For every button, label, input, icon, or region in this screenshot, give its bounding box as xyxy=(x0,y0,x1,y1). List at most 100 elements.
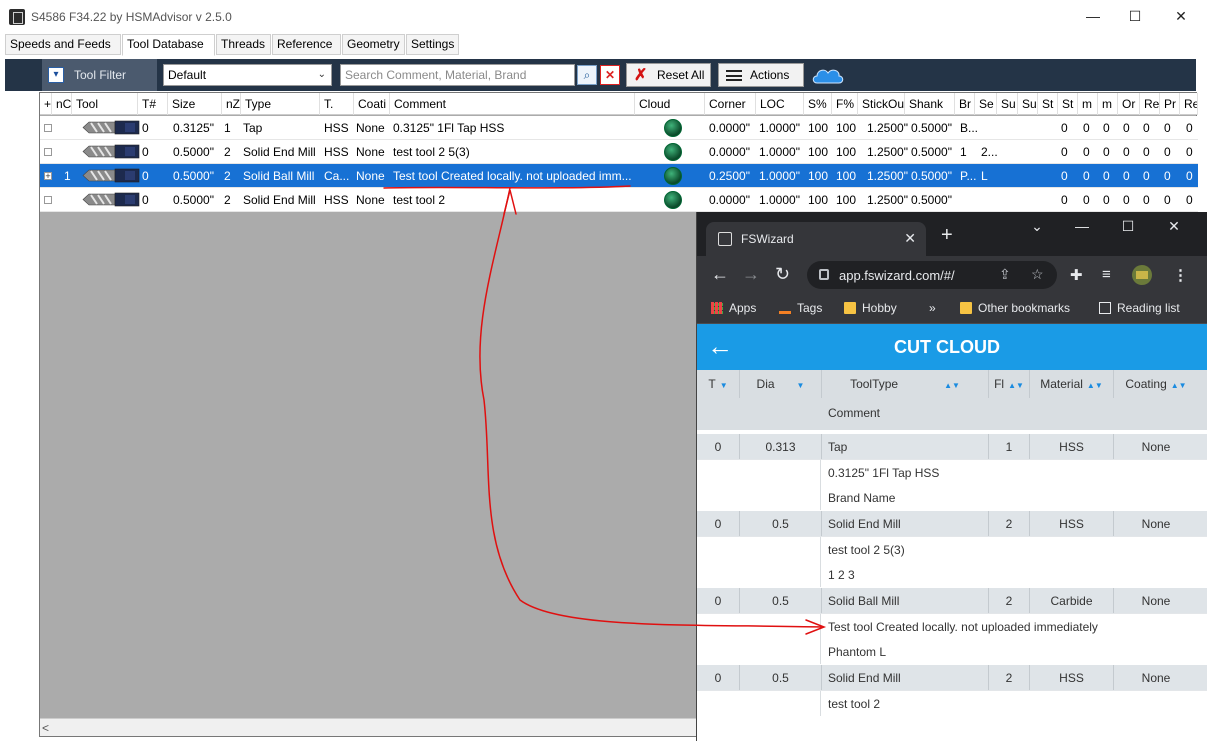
grid-column-header[interactable]: St xyxy=(1038,93,1058,115)
column-header-fl[interactable]: Fl ▲▼ xyxy=(989,370,1030,398)
scroll-left-icon[interactable]: < xyxy=(42,719,49,737)
grid-column-header[interactable]: St xyxy=(1058,93,1078,115)
grid-column-header[interactable]: Comment xyxy=(390,93,635,115)
cloud-sync-status-icon[interactable] xyxy=(664,191,682,209)
reload-icon[interactable]: ↻ xyxy=(775,265,790,283)
cloud-tool-row[interactable]: 0 0.5 Solid Ball Mill 2 Carbide None xyxy=(697,587,1207,614)
maximize-button[interactable]: ☐ xyxy=(1112,0,1158,32)
cloud-tool-row[interactable]: 0 0.5 Solid End Mill 2 HSS None xyxy=(697,510,1207,537)
profile-avatar-icon[interactable] xyxy=(1131,264,1153,286)
column-header-tooltype[interactable]: ToolType ▲▼ xyxy=(822,370,989,398)
browser-maximize-button[interactable]: ☐ xyxy=(1113,218,1143,235)
grid-column-header[interactable]: Su xyxy=(997,93,1018,115)
grid-column-header[interactable]: T# xyxy=(138,93,168,115)
grid-column-header[interactable]: Coati xyxy=(354,93,390,115)
grid-column-header[interactable]: T. xyxy=(320,93,354,115)
cloud-icon[interactable] xyxy=(811,66,845,84)
grid-column-header[interactable]: + xyxy=(40,93,52,115)
tool-row[interactable]: 0 0.5000" 2 Solid End Mill HSS None test tool … xyxy=(40,140,1198,164)
bookmark-other[interactable]: Other bookmarks xyxy=(960,301,1070,315)
tab-settings[interactable]: Settings xyxy=(406,34,459,55)
column-header-t[interactable]: T ▼ xyxy=(697,370,740,398)
cell-extra: 0 xyxy=(1061,169,1068,183)
grid-column-header[interactable]: Tool xyxy=(72,93,138,115)
cell-extra: 0 xyxy=(1103,145,1110,159)
column-header-coating[interactable]: Coating ▲▼ xyxy=(1114,370,1198,398)
tool-row[interactable]: +1 0 0.5000" 2 Solid Ball Mill Ca... None Test … xyxy=(40,164,1198,188)
grid-column-header[interactable]: Re xyxy=(1180,93,1198,115)
tool-filter-panel[interactable]: ▾ Tool Filter xyxy=(42,59,157,91)
search-icon[interactable]: ⌕ xyxy=(577,65,597,85)
cell-type: Tap xyxy=(243,121,263,135)
row-checkbox[interactable] xyxy=(44,196,52,204)
grid-column-header[interactable]: S% xyxy=(804,93,832,115)
grid-column-header[interactable]: nC xyxy=(52,93,72,115)
browser-close-button[interactable]: ✕ xyxy=(1159,218,1189,235)
filter-preset-select[interactable]: Default ⌄ xyxy=(163,64,332,86)
bookmarks-overflow[interactable]: » xyxy=(929,301,936,315)
share-icon[interactable]: ⇪ xyxy=(999,266,1011,283)
grid-column-header[interactable]: StickOu xyxy=(858,93,905,115)
tab-threads[interactable]: Threads xyxy=(216,34,271,55)
address-bar[interactable]: app.fswizard.com/#/ ⇪ ☆ xyxy=(807,261,1057,289)
tab-search-icon[interactable]: ⌄ xyxy=(1022,218,1052,235)
bookmark-star-icon[interactable]: ☆ xyxy=(1031,266,1044,283)
grid-column-header[interactable]: Corner xyxy=(705,93,756,115)
chevron-down-icon[interactable]: ▾ xyxy=(48,67,64,83)
grid-column-header[interactable]: nZ xyxy=(222,93,241,115)
media-control-icon[interactable]: ≡ xyxy=(1102,266,1111,283)
row-checkbox[interactable] xyxy=(44,148,52,156)
expand-row-icon[interactable]: + xyxy=(44,172,52,181)
grid-column-header[interactable]: Re xyxy=(1140,93,1160,115)
extensions-icon[interactable]: ✚ xyxy=(1070,266,1083,284)
tab-reference[interactable]: Reference xyxy=(272,34,341,55)
grid-column-header[interactable]: Or xyxy=(1118,93,1140,115)
bookmarks-bar: Apps Tags Hobby » Other bookmarks Readin… xyxy=(697,294,1207,324)
close-tab-icon[interactable]: ✕ xyxy=(904,230,916,247)
browser-tab[interactable]: FSWizard ✕ xyxy=(706,222,926,256)
cloud-sync-status-icon[interactable] xyxy=(664,143,682,161)
back-arrow-icon[interactable]: ← xyxy=(711,265,729,283)
cell-br: 1 xyxy=(960,145,967,159)
actions-button[interactable]: Actions xyxy=(718,63,804,87)
grid-column-header[interactable]: Size xyxy=(168,93,222,115)
column-header-material[interactable]: Material ▲▼ xyxy=(1030,370,1114,398)
new-tab-icon[interactable]: + xyxy=(941,225,953,245)
grid-column-header[interactable]: LOC xyxy=(756,93,804,115)
bookmark-tags[interactable]: Tags xyxy=(779,301,822,315)
grid-column-header[interactable]: m xyxy=(1098,93,1118,115)
tool-row[interactable]: 0 0.3125" 1 Tap HSS None 0.3125" 1Fl Tap HSS 0.… xyxy=(40,116,1198,140)
column-header-dia[interactable]: Dia ▼ xyxy=(740,370,822,398)
tab-tool-database[interactable]: Tool Database xyxy=(122,34,215,56)
grid-column-header[interactable]: Type xyxy=(241,93,320,115)
grid-column-header[interactable]: Shank xyxy=(905,93,955,115)
bookmark-apps[interactable]: Apps xyxy=(711,301,756,315)
more-menu-icon[interactable]: ⋮ xyxy=(1173,266,1188,284)
lock-icon[interactable] xyxy=(819,269,829,280)
cloud-sync-status-icon[interactable] xyxy=(664,119,682,137)
forward-arrow-icon[interactable]: → xyxy=(742,265,760,283)
grid-column-header[interactable]: Cloud xyxy=(635,93,705,115)
clear-search-icon[interactable]: ✕ xyxy=(600,65,620,85)
grid-column-header[interactable]: m xyxy=(1078,93,1098,115)
cloud-tool-row[interactable]: 0 0.313 Tap 1 HSS None xyxy=(697,433,1207,460)
browser-minimize-button[interactable]: — xyxy=(1067,218,1097,234)
grid-column-header[interactable]: Pr xyxy=(1160,93,1180,115)
bookmark-hobby[interactable]: Hobby xyxy=(844,301,897,315)
row-checkbox[interactable] xyxy=(44,124,52,132)
minimize-button[interactable]: — xyxy=(1070,0,1116,32)
grid-column-header[interactable]: Su xyxy=(1018,93,1038,115)
cell-tnum: 0 xyxy=(142,121,149,135)
search-input[interactable]: Search Comment, Material, Brand xyxy=(340,64,575,86)
cloud-sync-status-icon[interactable] xyxy=(664,167,682,185)
close-button[interactable]: ✕ xyxy=(1158,0,1204,32)
tab-geometry[interactable]: Geometry xyxy=(342,34,405,55)
grid-column-header[interactable]: Se xyxy=(975,93,997,115)
cloud-tool-row[interactable]: 0 0.5 Solid End Mill 2 HSS None xyxy=(697,664,1207,691)
reset-all-button[interactable]: ✗ Reset All xyxy=(626,63,711,87)
grid-column-header[interactable]: Br xyxy=(955,93,975,115)
reading-list[interactable]: Reading list xyxy=(1099,301,1180,315)
grid-column-header[interactable]: F% xyxy=(832,93,858,115)
tab-speeds-and-feeds[interactable]: Speeds and Feeds xyxy=(5,34,121,55)
tool-row[interactable]: 0 0.5000" 2 Solid End Mill HSS None test tool … xyxy=(40,188,1198,212)
